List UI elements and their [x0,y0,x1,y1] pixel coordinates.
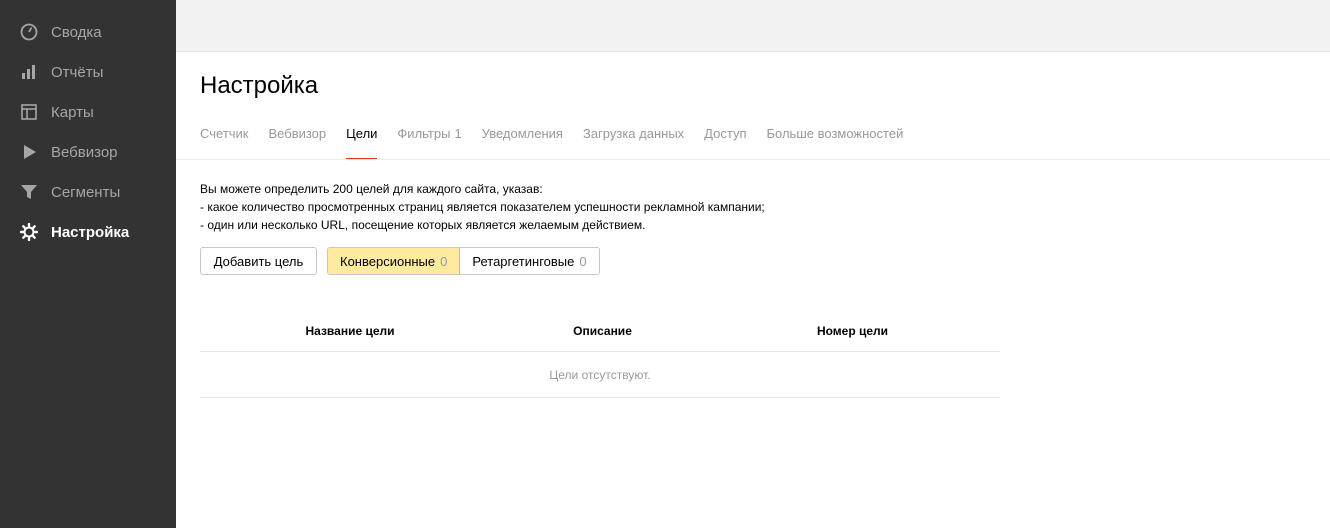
tab-label: Цели [346,126,378,141]
table-header: Название цели Описание Номер цели [200,310,1000,352]
toggle-label: Конверсионные [340,253,436,269]
tab-label: Больше возможностей [766,126,904,141]
sidebar-item-label: Настройка [51,223,130,241]
conversion-goals-toggle[interactable]: Конверсионные 0 [328,248,461,274]
sidebar-item-label: Вебвизор [51,143,118,161]
sidebar-item-maps[interactable]: Карты [0,92,176,132]
map-layout-icon [19,102,39,122]
tab-goals[interactable]: Цели [346,118,378,160]
tab-label: Уведомления [481,126,563,141]
tab-label: Счетчик [200,126,249,141]
sidebar-item-segments[interactable]: Сегменты [0,172,176,212]
goal-type-switch: Конверсионные 0 Ретаргетинговые 0 [327,247,600,275]
count-badge: 0 [579,253,587,269]
play-icon [19,142,39,162]
sidebar-item-label: Сегменты [51,183,121,201]
bar-chart-icon [19,62,39,82]
tab-more-features[interactable]: Больше возможностей [767,118,904,160]
tab-access[interactable]: Доступ [704,118,746,160]
settings-tabs: Счетчик Вебвизор Цели Фильтры 1 Уведомлен… [200,118,923,160]
goals-table: Название цели Описание Номер цели Цели о… [200,310,1000,398]
column-header-description[interactable]: Описание [500,324,705,338]
gear-icon [19,222,39,242]
sidebar-item-settings[interactable]: Настройка [0,212,176,252]
sidebar: Сводка Отчёты Карты Вебвизор Сегменты На… [0,0,176,528]
tab-label: Фильтры [397,126,451,141]
tab-count-badge: 1 [454,126,462,141]
tab-filters[interactable]: Фильтры 1 [397,118,461,160]
sidebar-item-reports[interactable]: Отчёты [0,52,176,92]
filter-funnel-icon [19,182,39,202]
tabs-divider [176,159,1330,160]
top-bar [176,0,1330,52]
sidebar-item-summary[interactable]: Сводка [0,12,176,52]
add-goal-button[interactable]: Добавить цель [200,247,317,275]
sidebar-item-label: Сводка [51,23,102,41]
info-line: Вы можете определить 200 целей для каждо… [200,182,543,196]
sidebar-item-webvisor[interactable]: Вебвизор [0,132,176,172]
tab-data-upload[interactable]: Загрузка данных [583,118,684,160]
tab-notifications[interactable]: Уведомления [482,118,563,160]
info-line: - какое количество просмотренных страниц… [200,200,765,214]
goals-info-text: Вы можете определить 200 целей для каждо… [200,180,765,234]
column-header-goal-name[interactable]: Название цели [200,324,500,338]
toggle-label: Ретаргетинговые [472,253,575,269]
tab-label: Вебвизор [268,126,327,141]
sidebar-item-label: Отчёты [51,63,104,81]
count-badge: 0 [440,253,448,269]
info-line: - один или несколько URL, посещение кото… [200,218,646,232]
sidebar-item-label: Карты [51,103,94,121]
table-empty-message: Цели отсутствуют. [200,352,1000,398]
column-header-goal-number[interactable]: Номер цели [705,324,1000,338]
tab-label: Загрузка данных [582,126,685,141]
dashboard-gauge-icon [19,22,39,42]
tab-counter[interactable]: Счетчик [200,118,249,160]
page-title: Настройка [200,72,319,99]
tab-label: Доступ [704,126,747,141]
tab-webvisor[interactable]: Вебвизор [269,118,327,160]
retargeting-goals-toggle[interactable]: Ретаргетинговые 0 [460,248,599,274]
